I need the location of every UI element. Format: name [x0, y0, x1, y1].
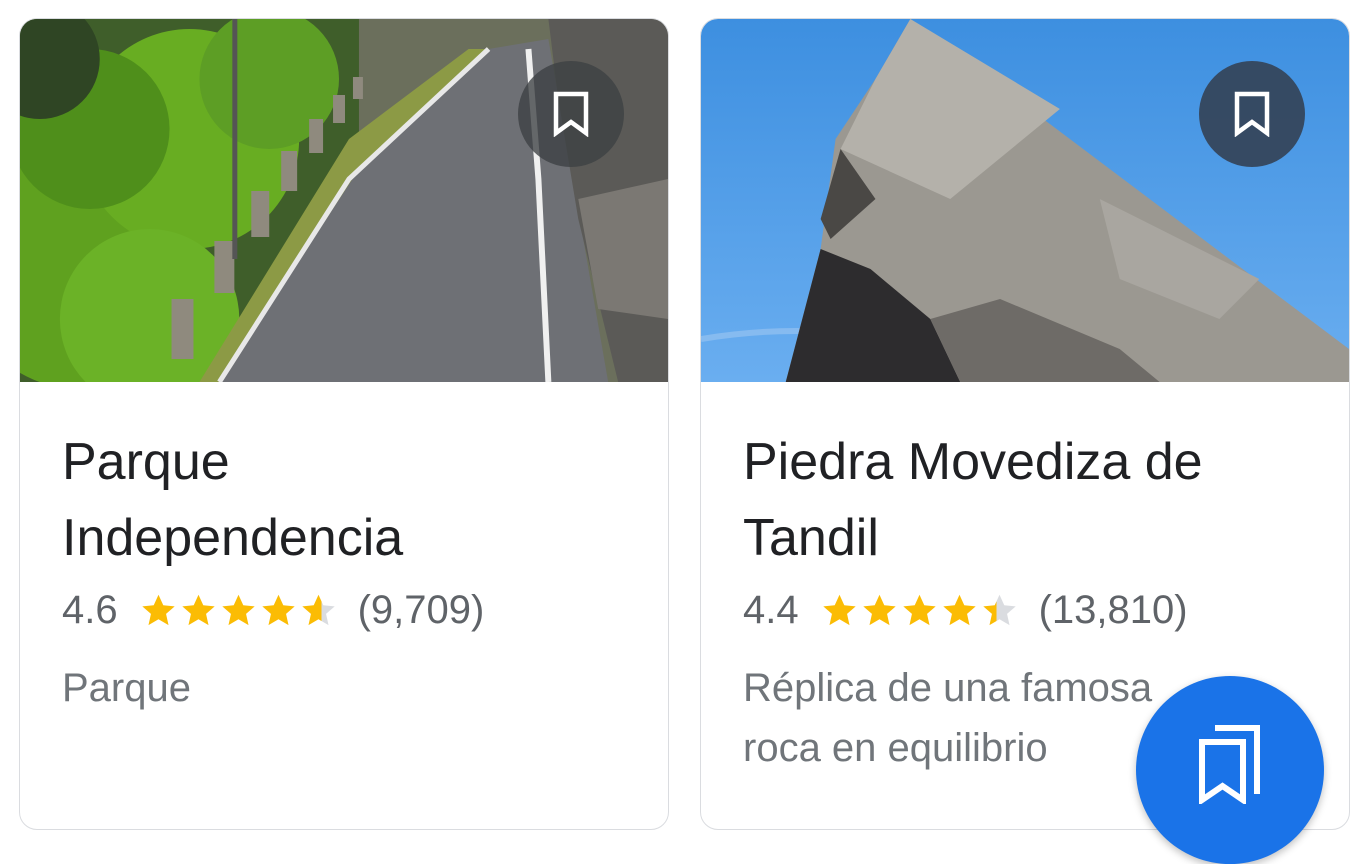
star-icon	[221, 594, 255, 625]
place-title: Parque Independencia	[62, 424, 638, 576]
place-title-line-1: Piedra Movediza de	[743, 433, 1203, 491]
place-card-parque-independencia[interactable]: Parque Independencia 4.6 (9,709) Parque	[19, 18, 669, 830]
star-icon	[982, 594, 1016, 625]
review-count[interactable]: (13,810)	[1039, 588, 1188, 633]
star-icon	[822, 594, 856, 625]
place-title-line-2: Independencia	[62, 509, 404, 567]
star-icon	[261, 594, 295, 625]
rating-row: 4.6 (9,709)	[62, 580, 638, 640]
star-icon	[862, 594, 896, 625]
star-icon	[902, 594, 936, 625]
place-title-line-2: Tandil	[743, 509, 879, 567]
place-description-line-1: Parque	[62, 666, 191, 710]
star-icon	[181, 594, 215, 625]
saved-lists-icon	[1199, 725, 1260, 804]
saved-lists-fab[interactable]	[1136, 676, 1324, 864]
place-title-line-1: Parque	[62, 433, 230, 491]
save-place-button[interactable]	[1199, 61, 1305, 167]
place-title: Piedra Movediza de Tandil	[743, 424, 1319, 576]
rating-value: 4.4	[743, 587, 799, 632]
place-category: Parque	[62, 658, 638, 718]
rating-stars	[821, 592, 1021, 629]
bookmark-icon	[1234, 91, 1270, 137]
bookmark-icon	[553, 91, 589, 137]
star-icon	[141, 594, 175, 625]
rating-value: 4.6	[62, 587, 118, 632]
review-count[interactable]: (9,709)	[358, 588, 485, 633]
rating-stars	[140, 592, 340, 629]
star-icon	[942, 594, 976, 625]
rating-row: 4.4 (13,810)	[743, 580, 1319, 640]
save-place-button[interactable]	[518, 61, 624, 167]
place-info: Parque Independencia 4.6 (9,709) Parque	[62, 424, 638, 718]
star-icon	[301, 594, 335, 625]
